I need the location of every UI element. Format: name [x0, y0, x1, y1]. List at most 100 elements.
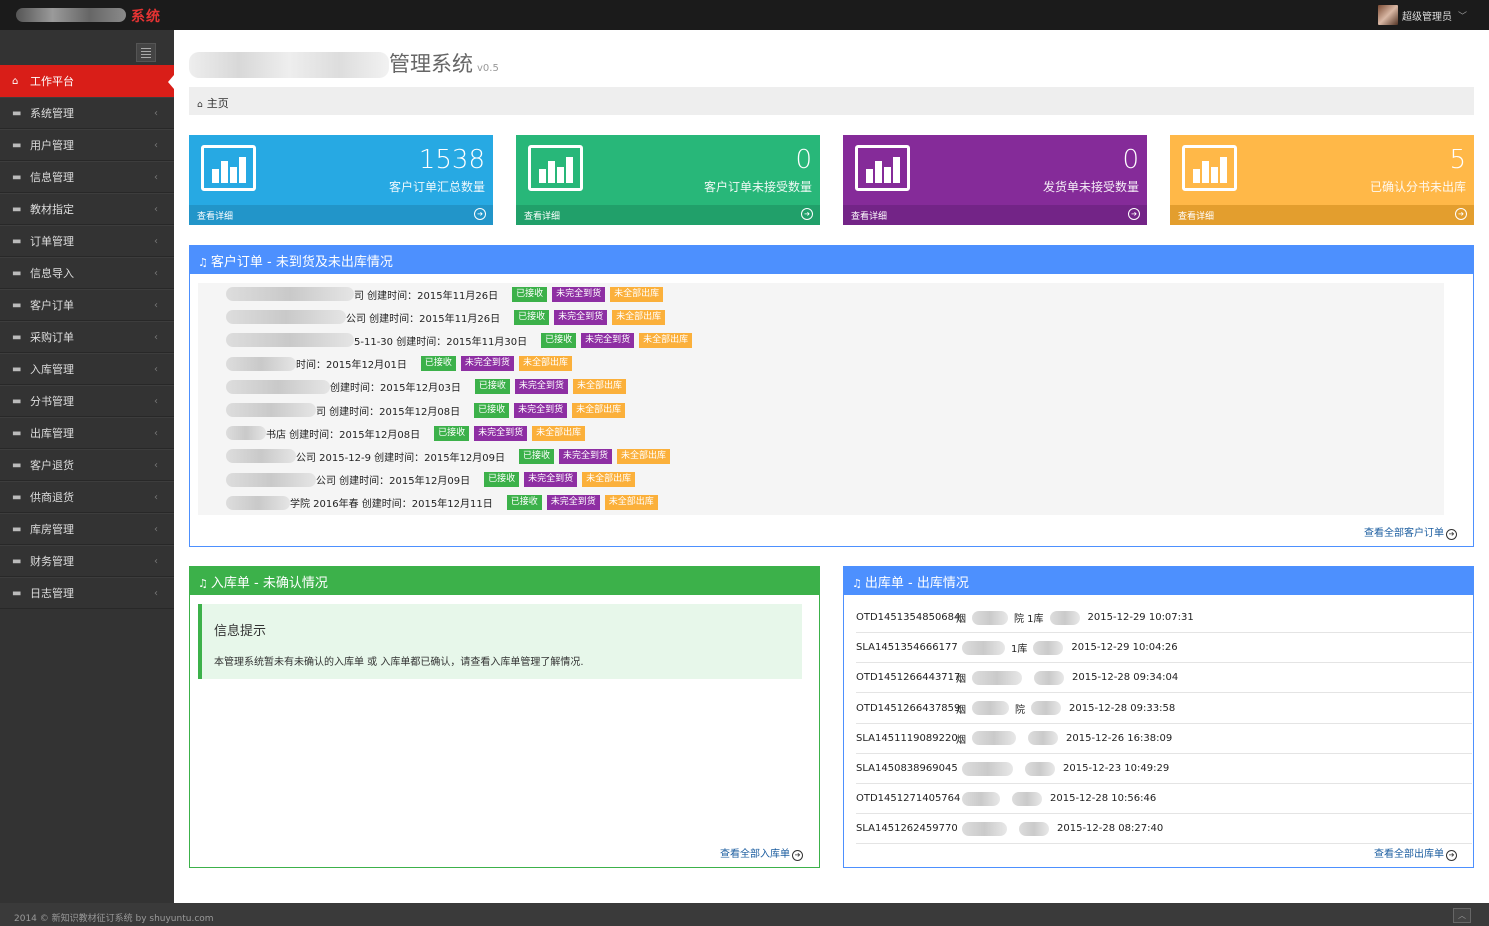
status-badge: 已接收	[506, 495, 542, 511]
user-menu[interactable]: 超级管理员 ﹀	[1377, 4, 1467, 26]
redacted-text	[962, 791, 1000, 806]
outbound-row[interactable]: SLA1451262459770 2015-12-28 08:27:40	[856, 814, 1472, 845]
sidebar-item-6[interactable]: ▬ 信息导入 ‹	[0, 257, 174, 289]
sidebar-item-13[interactable]: ▬ 供商退货 ‹	[0, 481, 174, 513]
outbound-row[interactable]: SLA1451119089220 烟 2015-12-26 16:38:09	[856, 724, 1472, 754]
home-icon: ⌂	[197, 100, 203, 110]
order-row[interactable]: 创建时间：2015年12月03日 已接收 未完全到货 未全部出库	[226, 379, 631, 395]
alert-text: 本管理系统暂未有未确认的入库单 或 入库单都已确认，请查看入库单管理了解情况.	[214, 657, 584, 668]
outbound-row[interactable]: OTD1451266437859 烟院 2015-12-28 09:33:58	[856, 694, 1472, 724]
folder-icon: ▬	[12, 171, 22, 183]
sidebar-item-11[interactable]: ▬ 出库管理 ‹	[0, 417, 174, 449]
chevron-left-icon: ‹	[154, 107, 158, 119]
status-badge: 已接收	[541, 332, 577, 348]
redacted-text	[226, 287, 354, 301]
chevron-left-icon: ‹	[154, 427, 158, 439]
redacted-text	[1049, 610, 1080, 625]
outbound-row[interactable]: OTD1451354850684 烟院 1库 2015-12-29 10:07:31	[856, 603, 1472, 633]
view-details-link[interactable]: 查看详细 ➔	[189, 205, 493, 225]
order-row[interactable]: 司 创建时间：2015年11月26日 已接收 未完全到货 未全部出库	[226, 286, 668, 302]
order-row[interactable]: 公司 创建时间：2015年11月26日 已接收 未完全到货 未全部出库	[226, 309, 670, 325]
outbound-time: 2015-12-28 09:33:58	[1069, 702, 1176, 714]
sidebar-item-14[interactable]: ▬ 库房管理 ‹	[0, 513, 174, 545]
page-title: 管理系统 v0.5	[189, 48, 499, 78]
home-icon: ⌂	[12, 75, 19, 87]
status-badge: 未全部出库	[612, 309, 666, 325]
status-badge: 已接收	[514, 309, 550, 325]
view-all-outbound-link[interactable]: 查看全部出库单 ➔	[1374, 845, 1457, 861]
inbound-panel: ♫ 入库单 - 未确认情况 信息提示 本管理系统暂未有未确认的入库单 或 入库单都…	[189, 566, 820, 868]
view-all-inbound-link[interactable]: 查看全部入库单 ➔	[720, 845, 803, 861]
sidebar-item-5[interactable]: ▬ 订单管理 ‹	[0, 225, 174, 257]
outbound-time: 2015-12-26 16:38:09	[1066, 732, 1173, 744]
sidebar-item-7[interactable]: ▬ 客户订单 ‹	[0, 289, 174, 321]
status-badge: 未全部出库	[582, 472, 636, 488]
inbound-panel-header: ♫ 入库单 - 未确认情况	[190, 567, 819, 595]
stat-label: 已确认分书未出库	[1369, 180, 1466, 194]
outbound-row[interactable]: SLA1451354666177 1库 2015-12-29 10:04:26	[856, 633, 1472, 664]
outbound-code: SLA1450838969045	[856, 763, 958, 774]
redacted-text	[226, 495, 290, 510]
app-logo[interactable]: 系统	[16, 6, 161, 25]
order-row[interactable]: 学院 2016年春 创建时间：2015年12月11日 已接收 未完全到货 未全部出库	[226, 495, 663, 511]
order-row[interactable]: 书店 创建时间：2015年12月08日 已接收 未完全到货 未全部出库	[226, 425, 590, 441]
view-details-link[interactable]: 查看详细 ➔	[1170, 205, 1474, 225]
sidebar-item-1[interactable]: ▬ 系统管理 ‹	[0, 97, 174, 129]
order-row[interactable]: 公司 创建时间：2015年12月09日 已接收 未完全到货 未全部出库	[226, 472, 640, 488]
order-row[interactable]: 公司 2015-12-9 创建时间：2015年12月09日 已接收 未完全到货 未全部…	[226, 448, 675, 464]
sidebar-item-12[interactable]: ▬ 客户退货 ‹	[0, 449, 174, 481]
scroll-top-icon[interactable]: ︿	[1453, 908, 1471, 923]
bar-chart-icon	[528, 145, 583, 191]
sidebar-item-label: 教材指定	[30, 203, 74, 216]
outbound-time: 2015-12-23 10:49:29	[1063, 763, 1170, 774]
sidebar-item-label: 库房管理	[30, 523, 74, 536]
outbound-time: 2015-12-28 09:34:04	[1072, 672, 1179, 684]
sidebar-item-16[interactable]: ▬ 日志管理 ‹	[0, 577, 174, 609]
outbound-code: SLA1451262459770	[856, 823, 958, 835]
chevron-down-icon: ﹀	[1457, 11, 1467, 22]
sidebar-item-4[interactable]: ▬ 教材指定 ‹	[0, 193, 174, 225]
sidebar-item-label: 出库管理	[30, 427, 74, 440]
status-badge: 未全部出库	[572, 402, 626, 418]
breadcrumb-home[interactable]: 主页	[207, 97, 229, 110]
bell-icon: ♫	[198, 256, 208, 269]
chevron-left-icon: ‹	[154, 555, 158, 567]
status-badge: 未完全到货	[554, 309, 608, 325]
sidebar-item-10[interactable]: ▬ 分书管理 ‹	[0, 385, 174, 417]
outbound-row[interactable]: OTD1451271405764 2015-12-28 10:56:46	[856, 784, 1472, 815]
copyright-text: 2014 © 新知识教材征订系统 by shuyuntu.com	[14, 914, 214, 924]
redacted-text	[972, 701, 1009, 716]
outbound-panel-header: ♫ 出库单 - 出库情况	[844, 567, 1473, 595]
order-row[interactable]: 5-11-30 创建时间：2015年11月30日 已接收 未完全到货 未全部出库	[226, 332, 697, 348]
sidebar-item-15[interactable]: ▬ 财务管理 ‹	[0, 545, 174, 577]
chevron-left-icon: ‹	[154, 363, 158, 375]
order-row[interactable]: 时间：2015年12月01日 已接收 未完全到货 未全部出库	[226, 356, 577, 372]
status-badge: 未全部出库	[518, 356, 572, 372]
order-row[interactable]: 司 创建时间：2015年12月08日 已接收 未完全到货 未全部出库	[226, 402, 630, 418]
chevron-left-icon: ‹	[154, 235, 158, 247]
user-name: 超级管理员	[1401, 11, 1452, 23]
sidebar-item-0[interactable]: ⌂ 工作平台	[0, 65, 174, 97]
sidebar-item-label: 系统管理	[30, 107, 74, 120]
redacted-text	[962, 821, 1007, 836]
view-all-orders-link[interactable]: 查看全部客户订单 ➔	[1364, 524, 1457, 540]
sidebar-item-label: 供商退货	[30, 491, 74, 504]
sidebar-item-label: 信息导入	[30, 267, 74, 280]
status-badge: 已接收	[512, 286, 548, 302]
outbound-row[interactable]: OTD1451266443717 烟 2015-12-28 09:34:04	[856, 663, 1472, 694]
menu-toggle-icon[interactable]	[136, 43, 156, 62]
sidebar-item-8[interactable]: ▬ 采购订单 ‹	[0, 321, 174, 353]
sidebar-item-9[interactable]: ▬ 入库管理 ‹	[0, 353, 174, 385]
logo-redacted	[16, 8, 126, 22]
view-details-link[interactable]: 查看详细 ➔	[843, 205, 1147, 225]
status-badge: 已接收	[519, 448, 555, 464]
chevron-left-icon: ‹	[154, 587, 158, 599]
view-details-link[interactable]: 查看详细 ➔	[516, 205, 820, 225]
chevron-left-icon: ‹	[154, 395, 158, 407]
outbound-row[interactable]: SLA1450838969045 2015-12-23 10:49:29	[856, 754, 1472, 784]
sidebar-item-2[interactable]: ▬ 用户管理 ‹	[0, 129, 174, 161]
sidebar-item-3[interactable]: ▬ 信息管理 ‹	[0, 161, 174, 193]
stat-label: 客户订单汇总数量	[388, 180, 485, 194]
redacted-text	[1012, 791, 1042, 806]
redacted-text	[1019, 821, 1049, 836]
